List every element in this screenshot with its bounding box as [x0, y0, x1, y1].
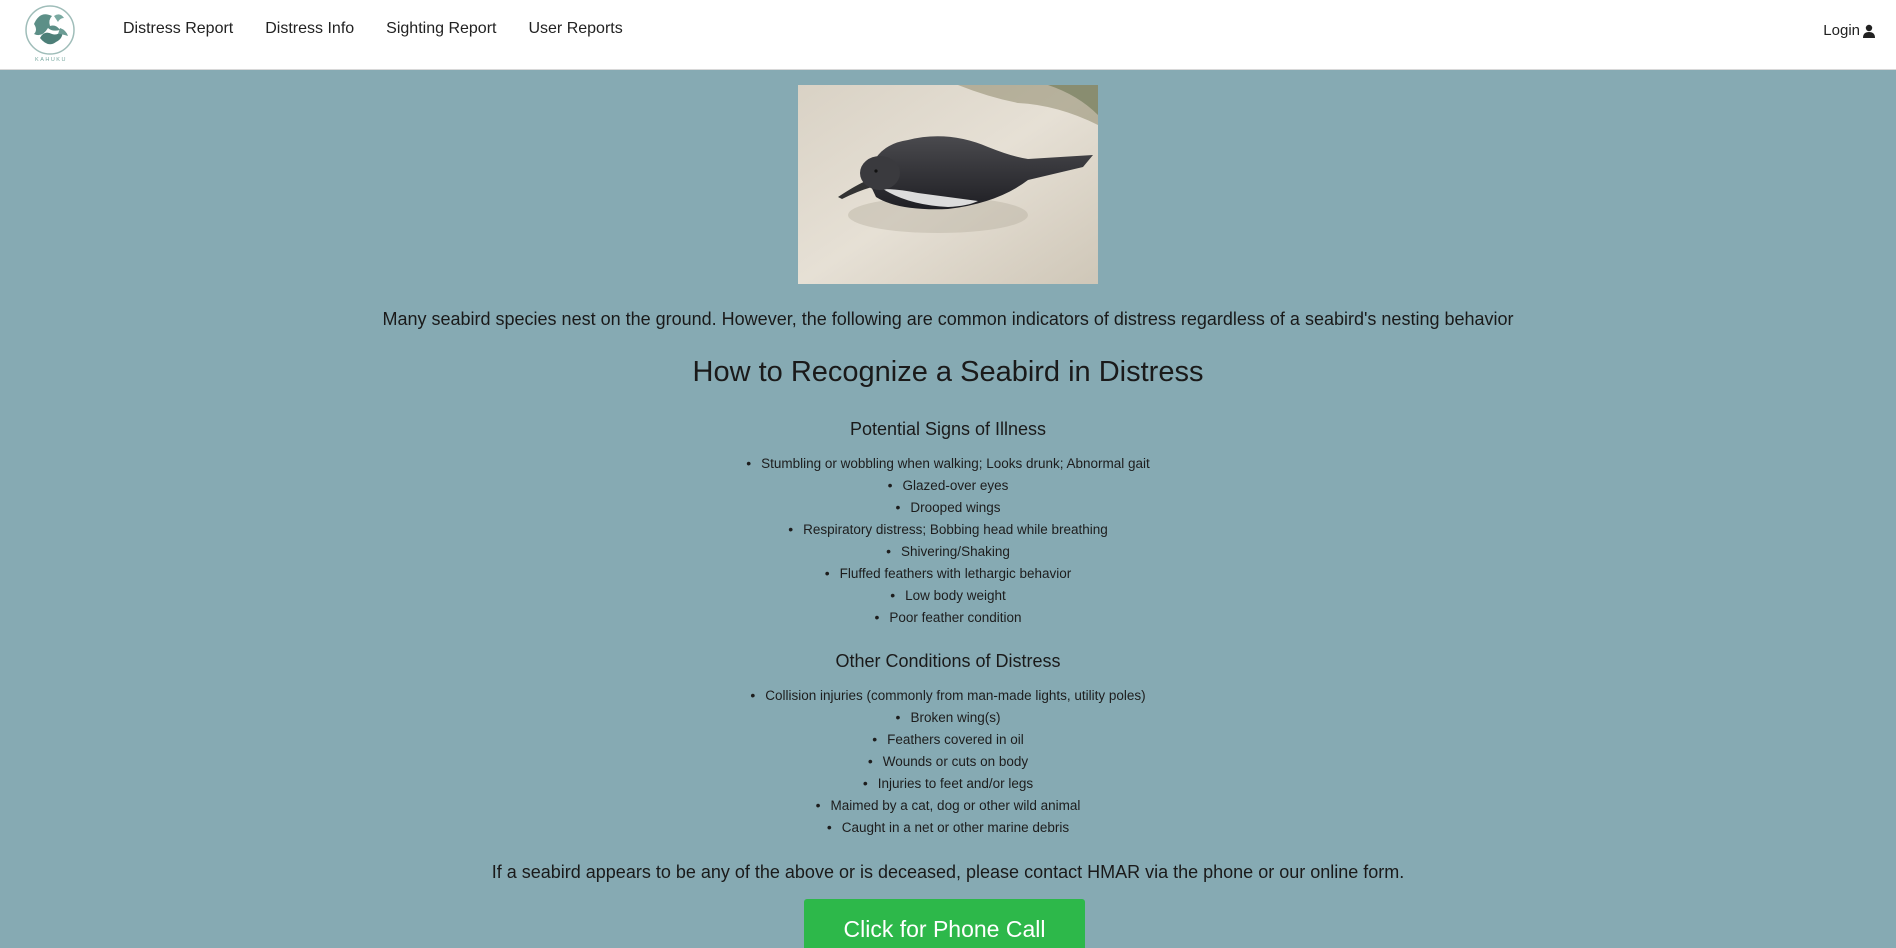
list-item: Injuries to feet and/or legs — [0, 772, 1896, 794]
kahuku-logo[interactable]: KAHUKU — [20, 2, 82, 64]
list-item: Glazed-over eyes — [0, 474, 1896, 496]
nav-sighting-report[interactable]: Sighting Report — [386, 20, 496, 38]
list-item: Caught in a net or other marine debris — [0, 816, 1896, 838]
list-item: Drooped wings — [0, 496, 1896, 518]
contact-text: If a seabird appears to be any of the ab… — [491, 862, 1405, 882]
illness-signs-list: Stumbling or wobbling when walking; Look… — [0, 452, 1896, 628]
login-label: Login — [1823, 22, 1860, 39]
other-conditions-list: Collision injuries (commonly from man-ma… — [0, 684, 1896, 838]
list-item: Maimed by a cat, dog or other wild anima… — [0, 794, 1896, 816]
list-item: Fluffed feathers with lethargic behavior — [0, 562, 1896, 584]
nav-user-reports[interactable]: User Reports — [528, 20, 622, 38]
seabird-photo — [798, 85, 1098, 284]
list-item: Poor feather condition — [0, 606, 1896, 628]
list-item: Stumbling or wobbling when walking; Look… — [0, 452, 1896, 474]
user-icon — [1863, 24, 1875, 38]
top-navbar: KAHUKU Distress Report Distress Info Sig… — [0, 0, 1896, 70]
page-title: How to Recognize a Seabird in Distress — [692, 356, 1204, 388]
nav-distress-info[interactable]: Distress Info — [265, 20, 354, 38]
list-item: Collision injuries (commonly from man-ma… — [0, 684, 1896, 706]
intro-text: Many seabird species nest on the ground.… — [382, 309, 1514, 329]
phone-call-button[interactable]: Click for Phone Call — [804, 899, 1085, 948]
illness-heading: Potential Signs of Illness — [849, 419, 1047, 439]
list-item: Broken wing(s) — [0, 706, 1896, 728]
svg-text:KAHUKU: KAHUKU — [35, 57, 67, 63]
login-link[interactable]: Login — [1823, 22, 1876, 39]
list-item: Low body weight — [0, 584, 1896, 606]
nav-distress-report[interactable]: Distress Report — [123, 20, 233, 38]
list-item: Wounds or cuts on body — [0, 750, 1896, 772]
other-conditions-heading: Other Conditions of Distress — [835, 651, 1061, 671]
list-item: Shivering/Shaking — [0, 540, 1896, 562]
nav-links: Distress Report Distress Info Sighting R… — [123, 20, 655, 38]
list-item: Respiratory distress; Bobbing head while… — [0, 518, 1896, 540]
list-item: Feathers covered in oil — [0, 728, 1896, 750]
